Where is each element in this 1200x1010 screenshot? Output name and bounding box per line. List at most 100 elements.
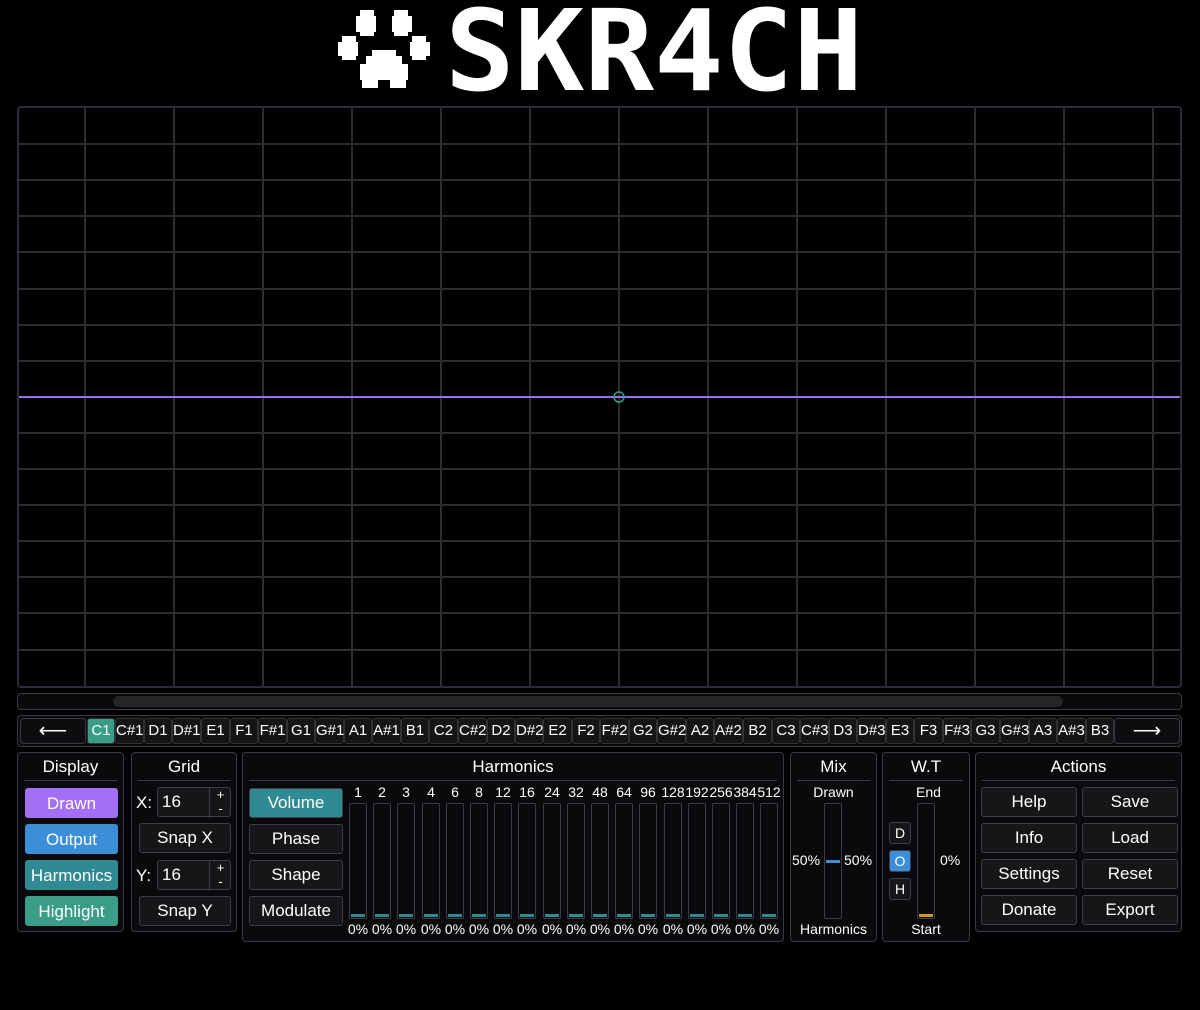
harmonic-slider[interactable]: [518, 803, 536, 919]
harmonic-slider[interactable]: [373, 803, 391, 919]
note-button[interactable]: A#2: [714, 718, 743, 744]
harmonics-modulate-button[interactable]: Modulate: [249, 896, 343, 926]
note-button[interactable]: F2: [572, 718, 600, 744]
help-button[interactable]: Help: [981, 787, 1077, 817]
harmonic-number: 384: [733, 784, 757, 800]
note-button[interactable]: E3: [886, 718, 914, 744]
grid-x-plus[interactable]: +: [210, 788, 231, 802]
harmonic-slider[interactable]: [567, 803, 585, 919]
harmonic-slider[interactable]: [591, 803, 609, 919]
note-button[interactable]: D#1: [172, 718, 201, 744]
note-button[interactable]: F3: [914, 718, 943, 744]
note-button[interactable]: D#3: [857, 718, 886, 744]
harmonic-slider[interactable]: [615, 803, 633, 919]
snap-y-button[interactable]: Snap Y: [139, 896, 231, 926]
harmonics-shape-button[interactable]: Shape: [249, 860, 343, 890]
display-highlight-toggle[interactable]: Highlight: [25, 896, 118, 926]
grid-x-stepper[interactable]: + -: [209, 788, 231, 818]
grid-y-stepper[interactable]: + -: [209, 861, 231, 891]
note-button[interactable]: G#1: [315, 718, 344, 744]
harmonic-slider[interactable]: [760, 803, 778, 919]
harmonic-slider[interactable]: [397, 803, 415, 919]
note-button[interactable]: G#2: [657, 718, 686, 744]
waveform-editor[interactable]: [17, 106, 1182, 688]
note-button[interactable]: C#1: [115, 718, 144, 744]
note-button[interactable]: E1: [201, 718, 230, 744]
note-button[interactable]: B1: [401, 718, 429, 744]
harmonic-value: 0%: [637, 921, 659, 937]
grid-x-minus[interactable]: -: [210, 802, 231, 816]
note-button[interactable]: A2: [686, 718, 714, 744]
info-button[interactable]: Info: [981, 823, 1077, 853]
note-button[interactable]: C3: [772, 718, 800, 744]
save-button[interactable]: Save: [1082, 787, 1178, 817]
note-button[interactable]: F#1: [258, 718, 287, 744]
harmonic-number: 256: [709, 784, 733, 800]
prev-arrow-button[interactable]: ⟵: [20, 718, 86, 744]
note-button[interactable]: E2: [543, 718, 572, 744]
note-button[interactable]: C1: [87, 718, 115, 744]
note-button[interactable]: F#3: [943, 718, 971, 744]
grid-y-plus[interactable]: +: [210, 861, 231, 875]
note-button[interactable]: D#2: [515, 718, 544, 744]
display-panel: Display Drawn Output Harmonics Highlight: [17, 752, 124, 932]
harmonic-value: 0%: [710, 921, 732, 937]
settings-button[interactable]: Settings: [981, 859, 1077, 889]
snap-x-button[interactable]: Snap X: [139, 823, 231, 853]
harmonic-slider[interactable]: [470, 803, 488, 919]
harmonic-slider[interactable]: [712, 803, 730, 919]
note-button[interactable]: D1: [144, 718, 172, 744]
reset-button[interactable]: Reset: [1082, 859, 1178, 889]
wt-h-toggle[interactable]: H: [889, 878, 911, 900]
note-button[interactable]: D2: [487, 718, 515, 744]
wt-position-slider[interactable]: [917, 803, 935, 919]
export-button[interactable]: Export: [1082, 895, 1178, 925]
note-button[interactable]: B2: [743, 718, 772, 744]
harmonic-slider[interactable]: [422, 803, 440, 919]
note-button[interactable]: A#1: [372, 718, 401, 744]
harmonic-slider[interactable]: [446, 803, 464, 919]
donate-button[interactable]: Donate: [981, 895, 1077, 925]
note-button[interactable]: A#3: [1057, 718, 1086, 744]
harmonic-slider[interactable]: [688, 803, 706, 919]
scrollbar-thumb[interactable]: [113, 696, 1063, 707]
harmonic-slider[interactable]: [543, 803, 561, 919]
wt-d-toggle[interactable]: D: [889, 822, 911, 844]
mix-slider[interactable]: [824, 803, 842, 919]
harmonic-slider[interactable]: [349, 803, 367, 919]
harmonics-volume-button[interactable]: Volume: [249, 788, 343, 818]
note-button[interactable]: D3: [829, 718, 857, 744]
grid-y-input[interactable]: 16 + -: [157, 860, 231, 891]
harmonics-phase-button[interactable]: Phase: [249, 824, 343, 854]
harmonic-slider[interactable]: [664, 803, 682, 919]
horizontal-scrollbar[interactable]: [17, 693, 1182, 710]
harmonics-title: Harmonics: [249, 753, 777, 781]
note-button[interactable]: C2: [429, 718, 458, 744]
svg-text:SKR4CH: SKR4CH: [445, 2, 863, 98]
harmonic-number: 96: [640, 784, 656, 800]
note-button[interactable]: F#2: [600, 718, 629, 744]
note-button[interactable]: F1: [230, 718, 258, 744]
note-button[interactable]: A3: [1029, 718, 1057, 744]
next-arrow-button[interactable]: ⟶: [1114, 718, 1180, 744]
grid-x-input[interactable]: 16 + -: [157, 787, 231, 818]
display-drawn-toggle[interactable]: Drawn: [25, 788, 118, 818]
harmonic-slider[interactable]: [639, 803, 657, 919]
note-button[interactable]: A1: [344, 718, 372, 744]
wt-o-toggle[interactable]: O: [889, 850, 911, 872]
note-button[interactable]: G#3: [1000, 718, 1029, 744]
note-button[interactable]: G3: [971, 718, 1000, 744]
load-button[interactable]: Load: [1082, 823, 1178, 853]
display-output-toggle[interactable]: Output: [25, 824, 118, 854]
grid-y-minus[interactable]: -: [210, 875, 231, 889]
note-button[interactable]: C#3: [800, 718, 829, 744]
note-button[interactable]: G2: [629, 718, 657, 744]
note-button[interactable]: B3: [1086, 718, 1114, 744]
display-harmonics-toggle[interactable]: Harmonics: [25, 860, 118, 890]
note-button[interactable]: G1: [287, 718, 315, 744]
waveform-grid[interactable]: [19, 108, 1180, 686]
harmonic-slider[interactable]: [736, 803, 754, 919]
harmonic-slider[interactable]: [494, 803, 512, 919]
note-button[interactable]: C#2: [458, 718, 487, 744]
mix-slider-handle[interactable]: [826, 860, 840, 863]
